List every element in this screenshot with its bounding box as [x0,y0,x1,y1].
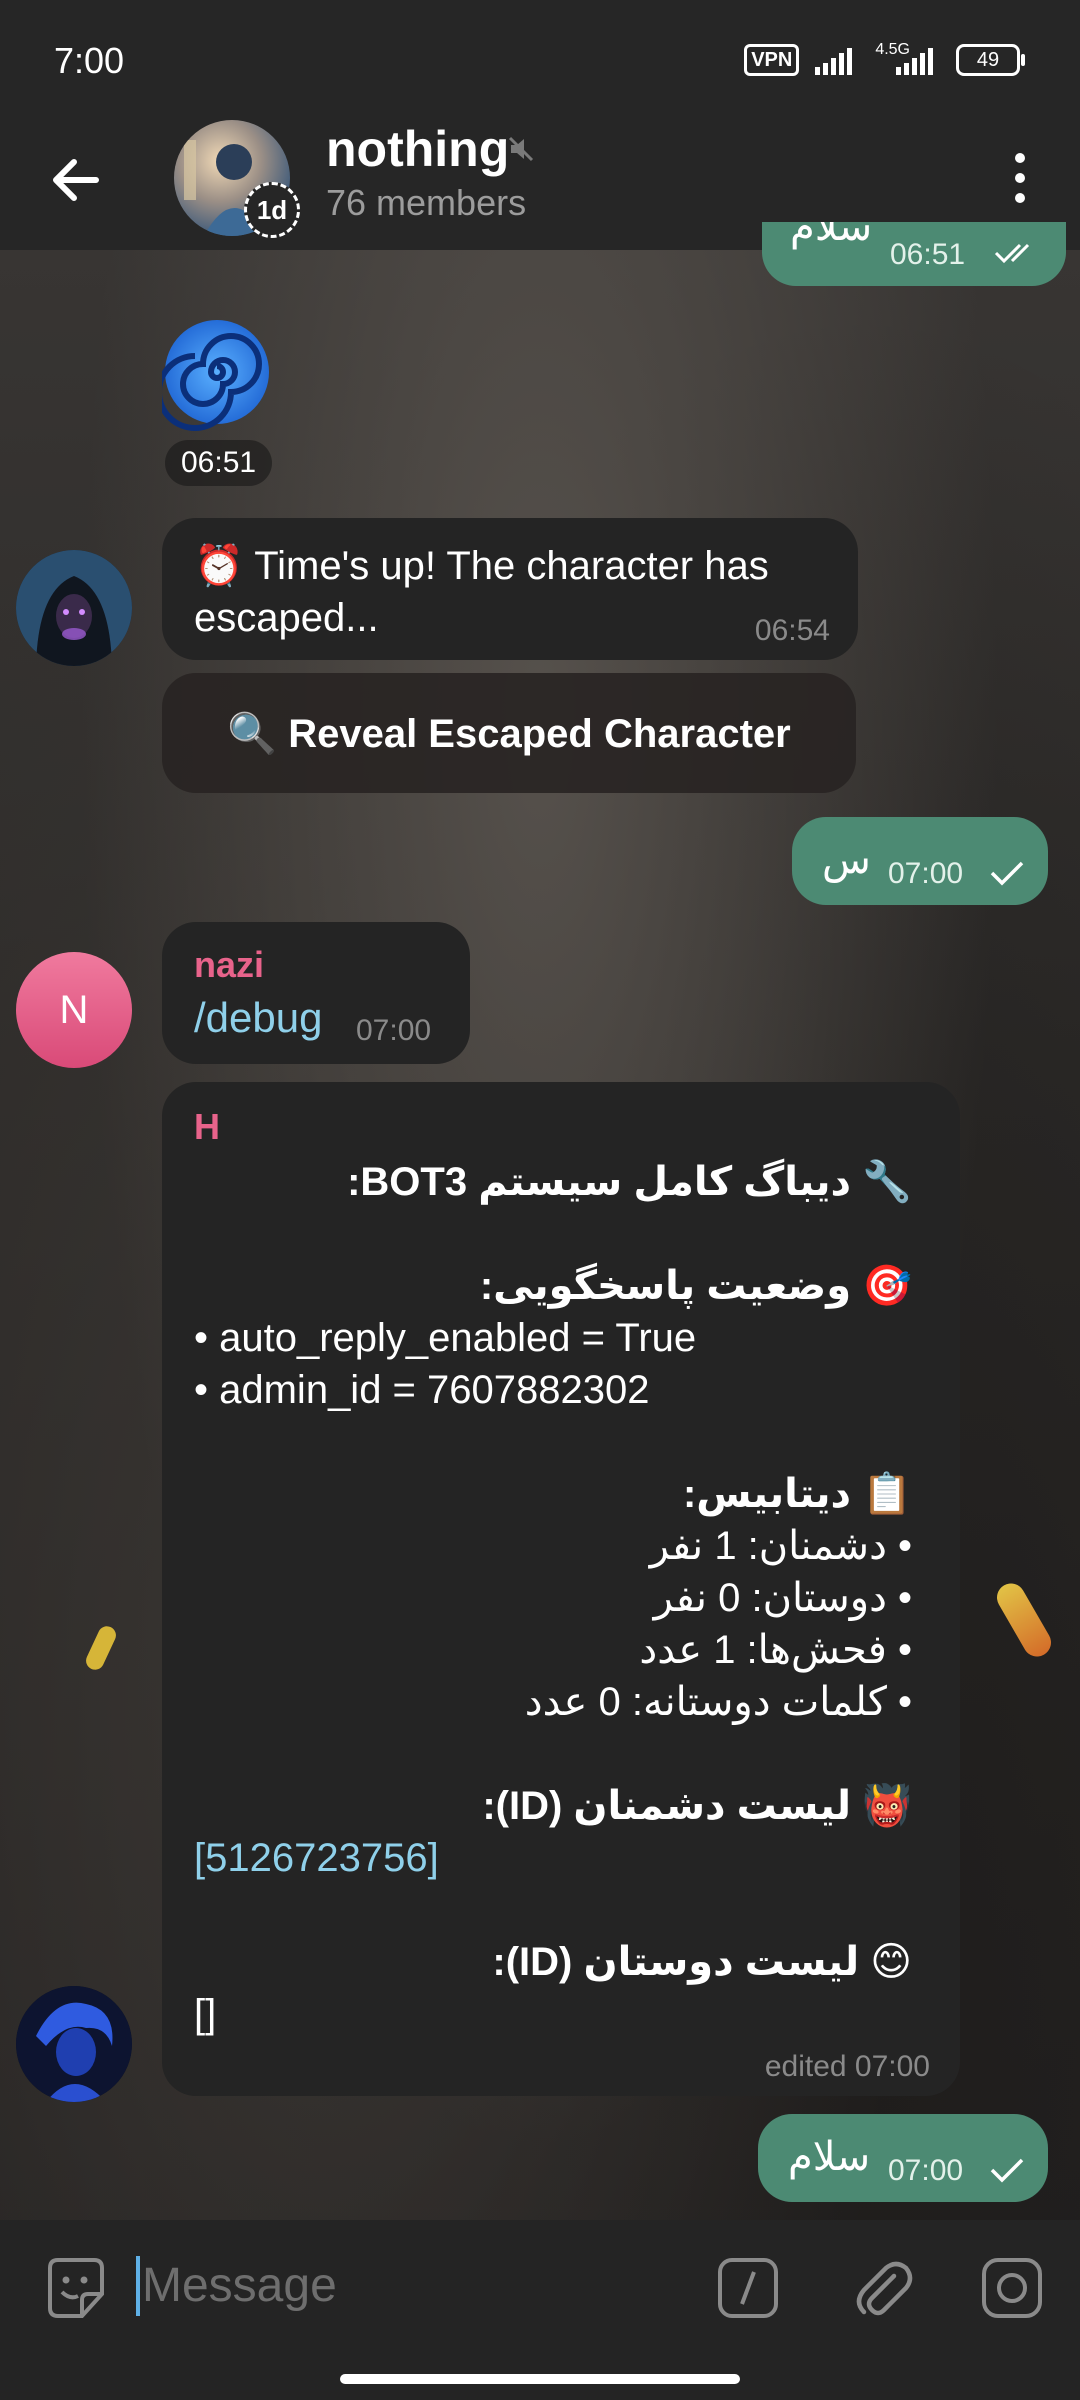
message-text: سلام [790,222,873,249]
debug-auto-reply: • auto_reply_enabled = True [194,1316,697,1360]
member-count: 76 members [326,182,527,223]
check-icon [990,2158,1024,2183]
bot-command-link[interactable]: /debug [194,994,322,1042]
debug-insults-count: • فحش‌ها: 1 عدد [639,1628,912,1672]
debug-database-heading: 📋 دیتابیس: [682,1472,912,1516]
message-text: س [822,838,871,882]
message-bubble-outgoing-partial[interactable]: سلام 06:51 [762,222,1066,286]
battery-icon: 49 [956,44,1025,76]
back-arrow-icon[interactable] [46,150,106,210]
message-bubble-outgoing[interactable]: س 07:00 [792,817,1048,905]
alarm-clock-icon: ⏰ [194,544,244,588]
message-time: edited 07:00 [764,2050,930,2083]
message-time: 07:00 [356,1014,432,1047]
message-bubble-bot-timeout[interactable]: ⏰ Time's up! The character has escaped..… [162,518,858,660]
group-title[interactable]: nothing [326,120,509,178]
sender-name: nazi [194,944,265,985]
message-input-bar: Message [0,2220,1080,2355]
text-cursor [136,2256,140,2316]
attachment-icon[interactable] [848,2254,916,2322]
message-time: 07:00 [888,2154,964,2187]
user-avatar-h[interactable] [16,1986,132,2102]
status-icons: VPN 4.5G 49 [744,41,1025,76]
vpn-badge: VPN [744,44,800,76]
camera-icon[interactable] [978,2254,1046,2322]
story-badge: 1d [244,182,300,238]
message-bubble-nazi[interactable]: nazi /debug 07:00 [162,922,470,1064]
bot-commands-icon[interactable] [714,2254,782,2322]
avatar-letter: N [59,988,89,1032]
message-time: 07:00 [888,857,964,890]
user-avatar-nazi[interactable]: N [16,952,132,1068]
sticker-emoji-icon[interactable] [42,2254,110,2322]
debug-friendly-words-count: • کلمات دوستانه: 0 عدد [524,1680,912,1724]
timeout-text: Time's up! The character has escaped... [194,544,769,640]
reveal-character-button[interactable]: 🔍 Reveal Escaped Character [162,673,856,793]
status-bar: 7:00 VPN 4.5G 49 [0,0,1080,120]
debug-friend-list-heading: 😊 لیست دوستان (ID): [492,1940,912,1984]
message-bubble-outgoing[interactable]: سلام 07:00 [758,2114,1048,2202]
message-time: 06:51 [890,238,966,271]
debug-status-heading: 🎯 وضعیت پاسخگویی: [479,1264,912,1308]
debug-enemies-count: • دشمنان: 1 نفر [649,1524,912,1568]
spiral-sticker[interactable] [162,312,272,432]
debug-admin-id: • admin_id = 7607882302 [194,1368,650,1412]
more-options-icon[interactable] [1000,148,1040,208]
message-time: 06:54 [754,614,830,647]
double-check-icon [994,243,1030,264]
debug-friend-ids: [] [194,1992,217,2036]
home-indicator[interactable] [340,2374,740,2384]
message-text: ⏰ Time's up! The character has escaped..… [194,540,834,644]
debug-friends-count: • دوستان: 0 نفر [653,1576,912,1620]
bot-avatar[interactable] [16,550,132,666]
message-bubble-debug[interactable]: H 🔧 دیباگ کامل سیستم BOT3: 🎯 وضعیت پاسخگ… [162,1082,960,2096]
signal-icon [815,48,853,75]
sticker-time: 06:51 [165,440,273,486]
debug-title: 🔧 دیباگ کامل سیستم BOT3: [347,1160,912,1204]
message-text: سلام [788,2135,871,2179]
message-input[interactable]: Message [142,2258,337,2313]
network-type: 4.5G [875,41,910,58]
debug-enemy-list-heading: 👹 لیست دشمنان (ID): [482,1784,912,1828]
check-icon [990,861,1024,886]
debug-enemy-ids[interactable]: [5126723756] [194,1832,439,1884]
mute-icon [508,136,534,162]
status-time: 7:00 [54,40,125,81]
sender-name: H [194,1106,220,1147]
